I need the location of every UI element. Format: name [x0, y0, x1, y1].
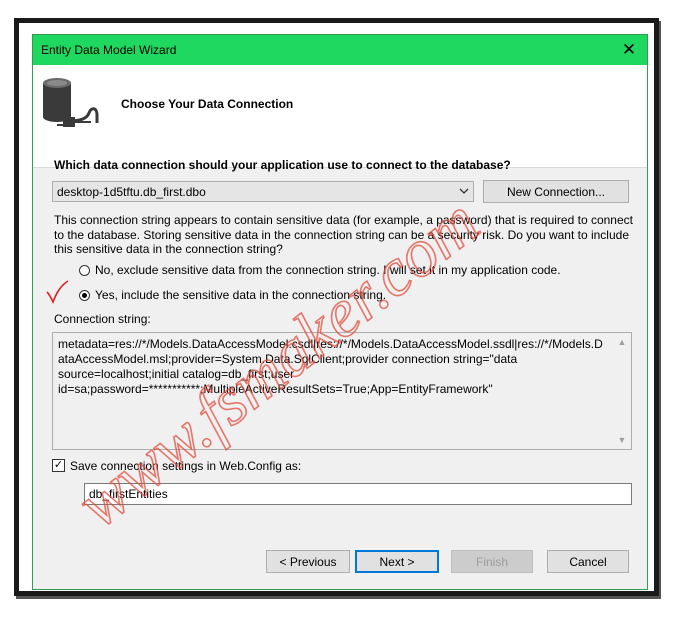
connection-dropdown[interactable]: desktop-1d5tftu.db_first.dbo — [52, 181, 474, 202]
page-title: Choose Your Data Connection — [121, 97, 294, 111]
scroll-down-icon[interactable]: ▼ — [615, 433, 629, 447]
finish-button[interactable]: Finish — [451, 550, 533, 573]
chevron-down-icon[interactable] — [457, 184, 471, 199]
connection-string-text[interactable]: metadata=res://*/Models.DataAccessModel.… — [58, 337, 606, 397]
next-button[interactable]: Next > — [355, 550, 439, 573]
connection-string-box[interactable]: metadata=res://*/Models.DataAccessModel.… — [52, 332, 632, 450]
sensitive-data-warning: This connection string appears to contai… — [54, 213, 633, 256]
connection-string-label: Connection string: — [54, 312, 151, 326]
entity-name-input[interactable] — [84, 483, 632, 505]
previous-button[interactable]: < Previous — [266, 550, 350, 573]
cancel-button[interactable]: Cancel — [547, 550, 629, 573]
save-settings-checkbox[interactable]: ✓ — [52, 459, 65, 472]
include-radio-label[interactable]: Yes, include the sensitive data in the c… — [95, 288, 386, 302]
wizard-dialog: Entity Data Model Wizard ✕ Choose Your D… — [32, 34, 648, 590]
exclude-radio[interactable] — [79, 265, 90, 276]
connection-question: Which data connection should your applic… — [54, 158, 511, 172]
connection-dropdown-value: desktop-1d5tftu.db_first.dbo — [57, 185, 206, 199]
exclude-radio-label[interactable]: No, exclude sensitive data from the conn… — [95, 263, 561, 277]
save-settings-label[interactable]: Save connection settings in Web.Config a… — [70, 459, 301, 473]
title-bar[interactable]: Entity Data Model Wizard ✕ — [33, 35, 647, 65]
wizard-header: Choose Your Data Connection — [33, 65, 647, 168]
new-connection-button[interactable]: New Connection... — [483, 180, 629, 203]
include-radio[interactable] — [79, 290, 90, 301]
database-plug-icon — [43, 78, 99, 127]
scroll-up-icon[interactable]: ▲ — [615, 335, 629, 349]
close-icon[interactable]: ✕ — [619, 40, 639, 60]
window-title: Entity Data Model Wizard — [41, 43, 177, 57]
